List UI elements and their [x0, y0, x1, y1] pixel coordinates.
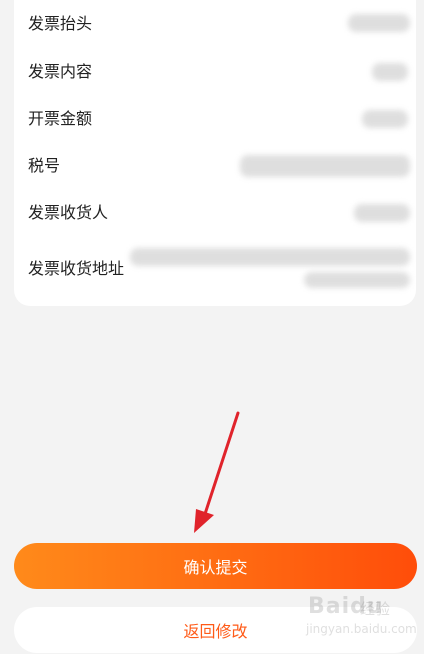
invoice-recipient-label: 发票收货人 [28, 203, 109, 222]
invoice-amount-label: 开票金额 [28, 109, 93, 128]
invoice-recipient-value-blurred [354, 204, 410, 222]
invoice-address-value-blurred-line2 [304, 272, 410, 288]
invoice-details-card: 发票抬头 发票内容 开票金额 税号 发票收货人 发票收货地址 [14, 0, 416, 306]
invoice-address-row: 发票收货地址 [14, 246, 416, 294]
tax-number-value-blurred [240, 155, 410, 177]
invoice-recipient-row: 发票收货人 [14, 201, 416, 225]
invoice-address-label: 发票收货地址 [28, 259, 125, 278]
invoice-title-value-blurred [348, 14, 410, 32]
invoice-content-label: 发票内容 [28, 62, 93, 81]
tax-number-row: 税号 [14, 154, 416, 178]
invoice-content-row: 发票内容 [14, 60, 416, 84]
invoice-title-row: 发票抬头 [14, 12, 416, 36]
annotation-arrow-icon [194, 411, 240, 533]
invoice-content-value-blurred [372, 63, 408, 81]
invoice-amount-value-blurred [362, 110, 408, 128]
invoice-amount-row: 开票金额 [14, 107, 416, 131]
invoice-address-value-blurred-line1 [130, 248, 410, 266]
tax-number-label: 税号 [28, 156, 61, 175]
back-edit-button[interactable]: 返回修改 [14, 607, 417, 653]
confirm-submit-button[interactable]: 确认提交 [14, 543, 417, 589]
invoice-title-label: 发票抬头 [28, 14, 93, 33]
